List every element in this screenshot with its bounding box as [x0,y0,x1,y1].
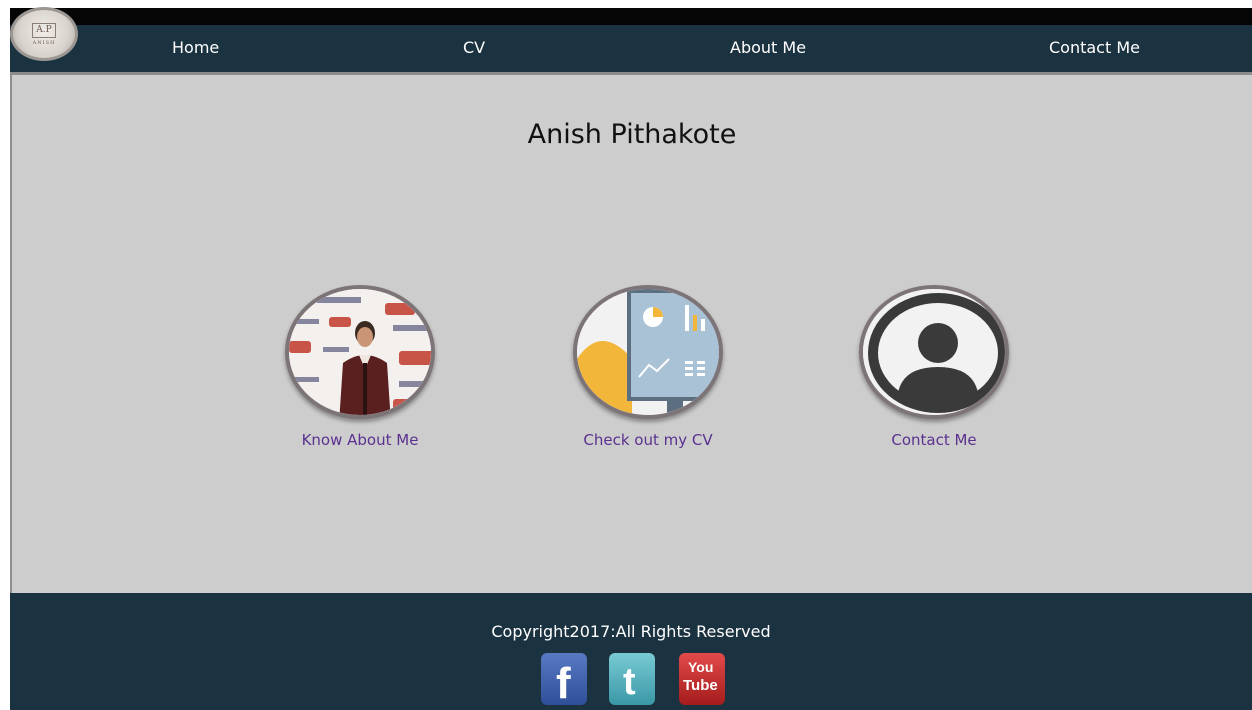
cv-illustration[interactable] [573,285,723,419]
main-content: Anish Pithakote Know About Me Check out … [10,75,1252,593]
page-title: Anish Pithakote [527,119,737,150]
cv-card[interactable]: Check out my CV [558,285,738,449]
nav-about-link[interactable]: About Me [730,38,806,57]
top-black-strip [10,8,1252,25]
contact-card[interactable]: Contact Me [844,285,1024,449]
logo-name: ANISH [32,39,56,46]
contact-me-link[interactable]: Contact Me [844,431,1024,449]
know-about-me-link[interactable]: Know About Me [270,431,450,449]
nav-contact-link[interactable]: Contact Me [1049,38,1140,57]
nav-home-link[interactable]: Home [172,38,219,57]
twitter-glyph: t [623,661,636,703]
youtube-glyph-bottom: Tube [683,677,718,694]
site-logo[interactable]: A.P ANISH [10,7,78,61]
footer: Copyright2017:All Rights Reserved f t Yo… [10,593,1252,710]
twitter-icon[interactable]: t [609,653,655,705]
logo-monogram: A.P [32,22,56,38]
youtube-glyph-top: You [688,659,714,675]
navigation-bar: A.P ANISH Home CV About Me Contact Me [10,7,1252,75]
about-me-card[interactable]: Know About Me [270,285,450,449]
facebook-icon[interactable]: f [541,653,587,705]
nav-cv-link[interactable]: CV [463,38,485,57]
youtube-icon[interactable]: You Tube [679,653,725,705]
copyright-text: Copyright2017:All Rights Reserved [491,622,771,641]
contact-avatar-icon[interactable] [859,285,1009,419]
check-out-cv-link[interactable]: Check out my CV [558,431,738,449]
facebook-glyph: f [556,659,571,705]
profile-photo[interactable] [285,285,435,419]
